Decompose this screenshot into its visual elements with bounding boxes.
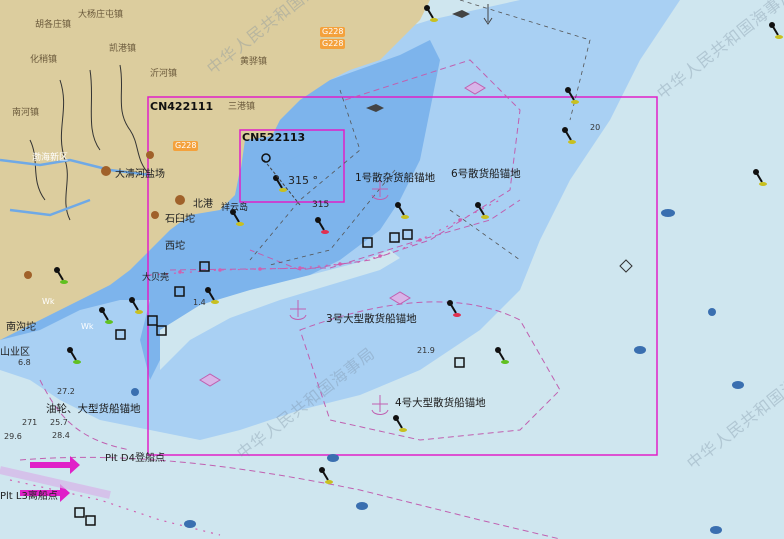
depth-sounding: 27.2 <box>57 387 75 396</box>
anchorage-label[interactable]: 6号散货船锚地 <box>451 166 521 181</box>
place-label: 南河镇 <box>12 108 40 118</box>
place-label: 西坨 <box>165 241 185 252</box>
place-label: 沂河镇 <box>150 69 178 79</box>
place-label: 石臼坨 <box>165 214 195 225</box>
place-label: 北港 <box>193 199 213 210</box>
chart-id-label[interactable]: CN522113 <box>242 131 305 144</box>
place-label: 大杨庄屯镇 <box>78 10 124 20</box>
place-label: 大贝壳 <box>142 273 170 283</box>
depth-sounding: 25.7 <box>50 418 68 427</box>
wreck-label: Wk <box>42 297 55 306</box>
depth-sounding: 20 <box>590 123 601 132</box>
place-label: 凯港镇 <box>109 44 137 54</box>
place-label: 南沟坨 <box>6 322 36 333</box>
place-label: 山业区 <box>0 347 30 358</box>
road-badge: G228 <box>320 39 346 49</box>
place-label: 化稍镇 <box>30 55 58 65</box>
depth-sounding: 21.9 <box>417 346 435 355</box>
road-badge: G228 <box>173 141 199 151</box>
place-label: 祥云岛 <box>221 203 249 213</box>
depth-sounding: 271 <box>22 418 38 427</box>
pilot-label[interactable]: Plt D4登船点 <box>105 449 165 464</box>
place-label: 胡各庄镇 <box>35 20 72 30</box>
road-badge: G228 <box>320 27 346 37</box>
anchorage-label[interactable]: 4号大型散货船锚地 <box>395 395 486 410</box>
depth-sounding: 28.4 <box>52 431 70 440</box>
place-label: 三港镇 <box>228 102 256 112</box>
anchorage-label[interactable]: 1号散杂货船锚地 <box>355 170 435 185</box>
place-label: 大清河盐场 <box>115 169 165 180</box>
chart-id-label[interactable]: CN422111 <box>150 100 213 113</box>
wreck-label: Wk <box>81 322 94 331</box>
pilot-label[interactable]: Plt L3离船点 <box>0 487 58 502</box>
anchorage-label[interactable]: 油轮、大型货船锚地 <box>46 401 141 416</box>
nautical-chart-map[interactable]: 胡各庄镇 大杨庄屯镇 化稍镇 凯港镇 沂河镇 黄骅镇 南河镇 三港镇 渤海新区 … <box>0 0 784 539</box>
depth-sounding: 6.8 <box>18 358 31 367</box>
anchorage-label[interactable]: 3号大型散货船锚地 <box>326 311 417 326</box>
bearing-label: 315 ° <box>288 174 318 187</box>
depth-sounding: 1.4 <box>193 298 206 307</box>
bearing-label: 315 <box>312 200 330 210</box>
place-label: 渤海新区 <box>32 153 69 163</box>
depth-sounding: 29.6 <box>4 432 22 441</box>
